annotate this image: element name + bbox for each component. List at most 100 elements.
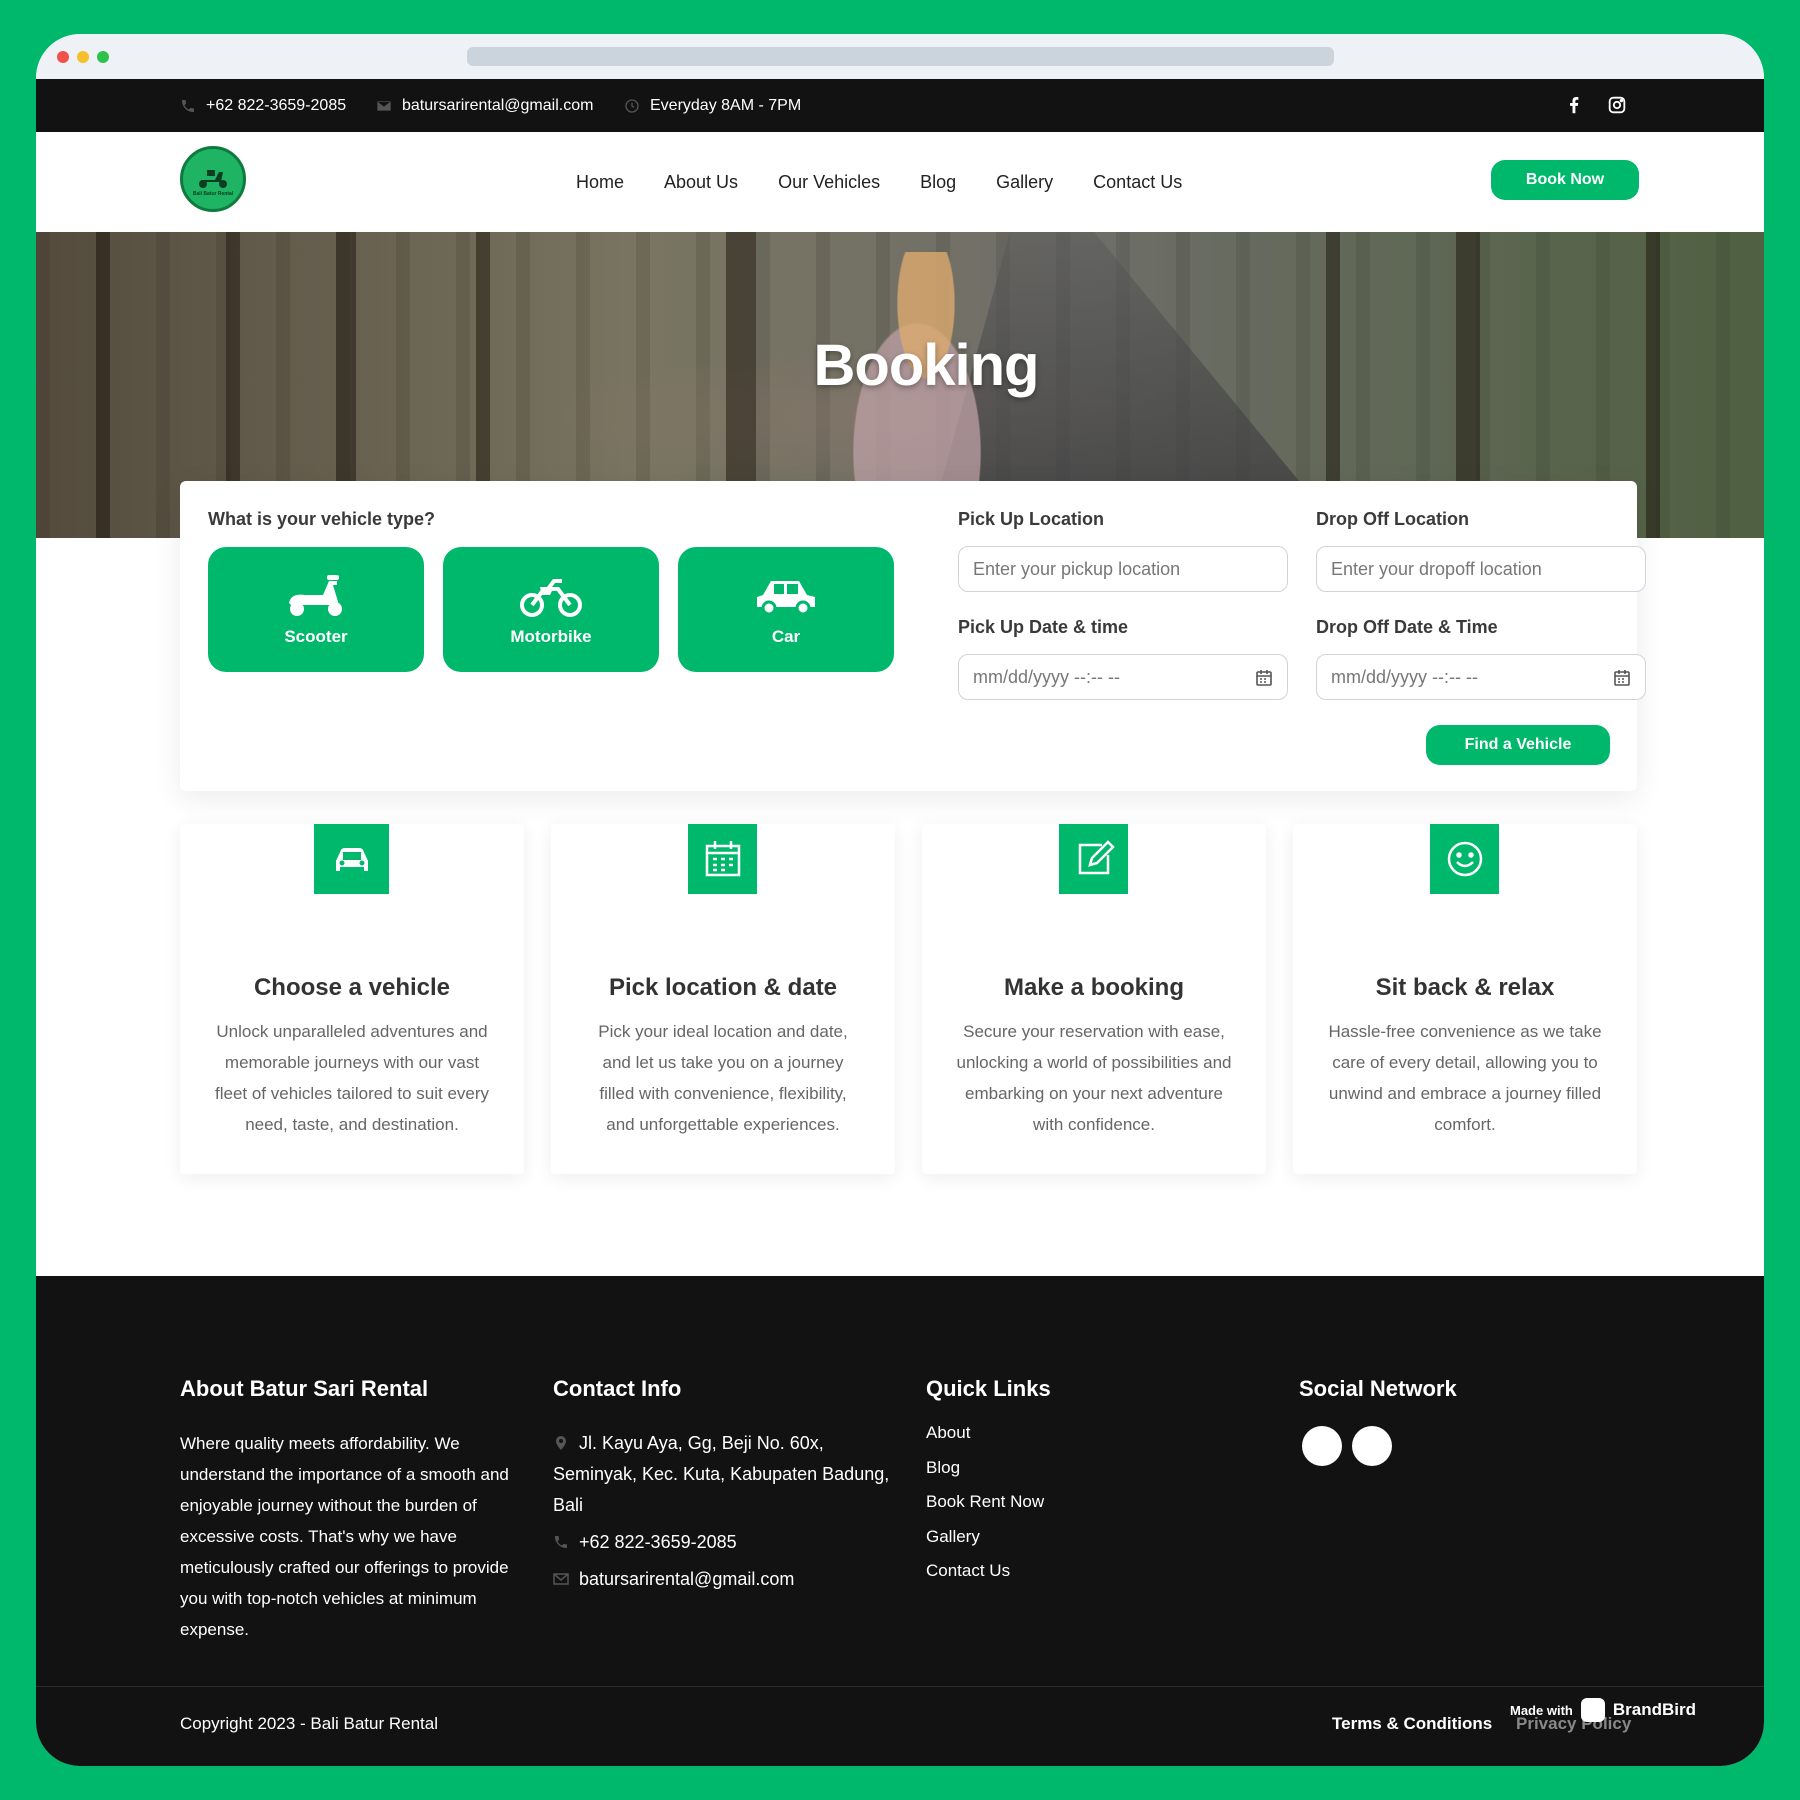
vehicle-type-scooter[interactable]: Scooter	[208, 547, 424, 672]
footer-contact-title: Contact Info	[553, 1376, 682, 1401]
phone-icon	[180, 98, 196, 114]
pickup-datetime-input[interactable]: mm/dd/yyyy --:-- --	[958, 654, 1288, 700]
footer-facebook-icon[interactable]	[1302, 1426, 1342, 1466]
footer-quick-links: Quick Links About Blog Book Rent Now Gal…	[926, 1376, 1226, 1589]
dropoff-datetime-input[interactable]: mm/dd/yyyy --:-- --	[1316, 654, 1646, 700]
dropoff-datetime-label: Drop Off Date & Time	[1316, 617, 1498, 637]
made-with-text: Made with	[1510, 1702, 1573, 1718]
scooter-icon	[289, 574, 342, 616]
topbar-hours: Everyday 8AM - 7PM	[624, 79, 801, 132]
page-title: Booking	[813, 333, 1040, 398]
smile-icon	[1430, 824, 1499, 894]
vehicle-type-motorbike[interactable]: Motorbike	[443, 547, 659, 672]
site-logo[interactable]: Bali Batur Rental	[180, 146, 246, 212]
footer-email[interactable]: batursarirental@gmail.com	[553, 1564, 893, 1595]
nav-our-vehicles[interactable]: Our Vehicles	[778, 172, 880, 193]
dropoff-location-input[interactable]: Enter your dropoff location	[1316, 546, 1646, 592]
step-description: Secure your reservation with ease, unloc…	[956, 1022, 1232, 1134]
envelope-icon	[553, 1566, 569, 1585]
nav-contact-us[interactable]: Contact Us	[1093, 172, 1182, 193]
footer-contact: Contact Info Jl. Kayu Aya, Gg, Beji No. …	[553, 1376, 893, 1595]
step-title: Make a booking	[1003, 974, 1185, 1001]
browser-window: +62 822-3659-2085 batursarirental@gmail.…	[36, 34, 1764, 1766]
step-description: Hassle-free convenience as we take care …	[1328, 1022, 1602, 1134]
booking-form: What is your vehicle type? Scooter Motor…	[180, 481, 1646, 791]
vehicle-type-car-label: Car	[771, 626, 801, 646]
footer-link-book-rent-now[interactable]: Book Rent Now	[926, 1485, 1226, 1520]
calendar-picker-icon[interactable]	[1613, 669, 1631, 687]
footer-phone[interactable]: +62 822-3659-2085	[553, 1527, 893, 1558]
footer-about: About Batur Sari Rental Where quality me…	[180, 1376, 510, 1645]
vehicle-type-motorbike-label: Motorbike	[510, 626, 592, 646]
topbar-hours-text: Everyday 8AM - 7PM	[650, 96, 802, 114]
step-card-sit-back: Sit back & relax Hassle-free convenience…	[1293, 824, 1637, 1174]
footer-address-text: Jl. Kayu Aya, Gg, Beji No. 60x, Seminyak…	[553, 1433, 890, 1515]
pickup-datetime-value: mm/dd/yyyy --:-- --	[973, 666, 1120, 687]
brandbird-logo-icon	[1580, 1698, 1605, 1722]
footer-link-contact-us[interactable]: Contact Us	[926, 1554, 1226, 1589]
footer-social-title: Social Network	[1299, 1376, 1457, 1401]
terms-link[interactable]: Terms & Conditions	[1332, 1714, 1492, 1734]
address-bar[interactable]	[467, 47, 1334, 66]
footer-email-text: batursarirental@gmail.com	[579, 1569, 795, 1589]
maximize-window-button[interactable]	[97, 51, 109, 63]
footer-link-about[interactable]: About	[926, 1416, 1226, 1451]
pickup-location-input[interactable]: Enter your pickup location	[958, 546, 1288, 592]
made-with-badge: Made with BrandBird	[1510, 1698, 1696, 1722]
find-vehicle-button[interactable]: Find a Vehicle	[1426, 725, 1610, 765]
topbar-email-text: batursarirental@gmail.com	[402, 96, 594, 114]
car-icon	[314, 824, 389, 894]
instagram-icon[interactable]	[1606, 94, 1628, 116]
calendar-picker-icon[interactable]	[1255, 669, 1273, 687]
scooter-logo-icon	[199, 169, 227, 188]
footer-social: Social Network	[1299, 1376, 1599, 1428]
logo-text: Bali Batur Rental	[192, 190, 234, 197]
clock-icon	[624, 98, 640, 114]
brandbird-name: BrandBird	[1612, 1700, 1696, 1719]
close-window-button[interactable]	[57, 51, 69, 63]
nav-about-us[interactable]: About Us	[664, 172, 738, 193]
pickup-datetime-label: Pick Up Date & time	[958, 617, 1129, 637]
edit-icon	[1059, 824, 1128, 894]
step-description: Pick your ideal location and date, and l…	[598, 1022, 848, 1134]
footer-quick-links-title: Quick Links	[926, 1376, 1051, 1401]
calendar-icon	[688, 824, 757, 894]
step-card-choose-vehicle: Choose a vehicle Unlock unparalleled adv…	[180, 824, 524, 1174]
topbar-phone-text: +62 822-3659-2085	[206, 96, 347, 114]
nav-blog[interactable]: Blog	[920, 172, 956, 193]
step-description: Unlock unparalleled adventures and memor…	[214, 1022, 490, 1134]
topbar-phone[interactable]: +62 822-3659-2085	[180, 79, 346, 132]
facebook-icon[interactable]	[1563, 94, 1585, 116]
map-pin-icon	[553, 1430, 569, 1450]
minimize-window-button[interactable]	[77, 51, 89, 63]
nav-gallery[interactable]: Gallery	[996, 172, 1053, 193]
vehicle-type-scooter-label: Scooter	[284, 626, 348, 646]
footer-about-text: Where quality meets affordability. We un…	[180, 1434, 509, 1639]
step-title: Choose a vehicle	[253, 974, 451, 1001]
phone-icon	[553, 1529, 569, 1548]
nav-home[interactable]: Home	[576, 172, 624, 193]
topbar-email[interactable]: batursarirental@gmail.com	[376, 79, 593, 132]
main-navbar: Bali Batur Rental Home About Us Our Vehi…	[36, 132, 1764, 232]
footer-divider	[36, 1686, 1764, 1687]
site-footer: About Batur Sari Rental Where quality me…	[36, 1276, 1764, 1766]
book-now-button[interactable]: Book Now	[1491, 160, 1639, 200]
car-icon	[757, 580, 815, 615]
envelope-icon	[376, 98, 392, 114]
step-card-pick-location: Pick location & date Pick your ideal loc…	[551, 824, 895, 1174]
vehicle-type-car[interactable]: Car	[678, 547, 894, 672]
pickup-location-label: Pick Up Location	[958, 509, 1105, 529]
step-card-make-booking: Make a booking Secure your reservation w…	[922, 824, 1266, 1174]
dropoff-location-label: Drop Off Location	[1316, 509, 1469, 529]
footer-about-title: About Batur Sari Rental	[180, 1376, 429, 1401]
top-info-bar: +62 822-3659-2085 batursarirental@gmail.…	[36, 79, 1764, 132]
footer-link-blog[interactable]: Blog	[926, 1451, 1226, 1486]
copyright-text: Copyright 2023 - Bali Batur Rental	[180, 1714, 438, 1733]
footer-instagram-icon[interactable]	[1352, 1426, 1392, 1466]
step-title: Pick location & date	[608, 974, 838, 1001]
footer-link-gallery[interactable]: Gallery	[926, 1520, 1226, 1555]
step-title: Sit back & relax	[1375, 974, 1555, 1001]
footer-address: Jl. Kayu Aya, Gg, Beji No. 60x, Seminyak…	[553, 1428, 893, 1521]
footer-phone-text: +62 822-3659-2085	[579, 1532, 737, 1552]
nav-links: Home About Us Our Vehicles Blog Gallery …	[576, 132, 1222, 232]
